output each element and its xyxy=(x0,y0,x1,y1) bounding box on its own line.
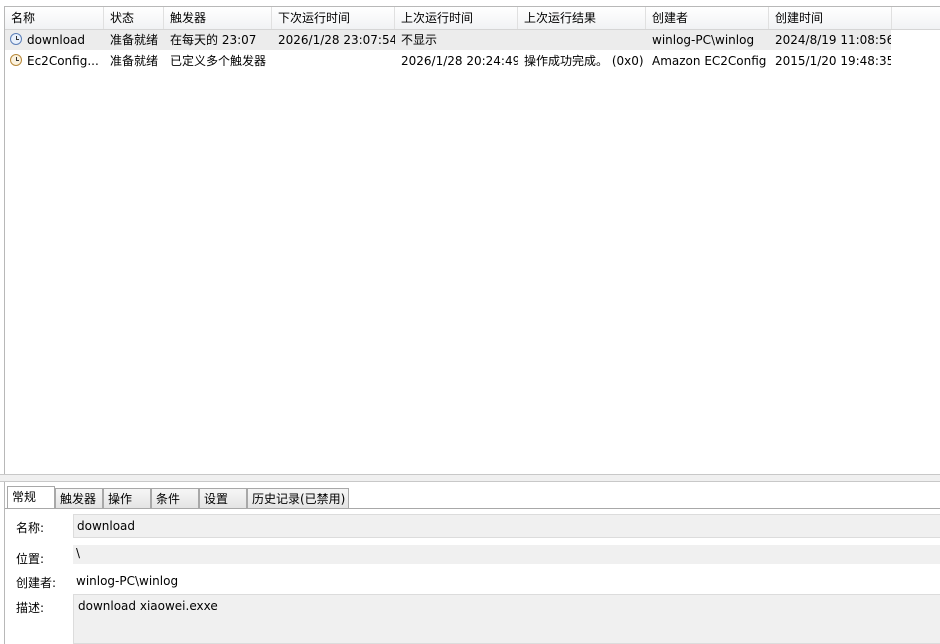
author-label: 创建者: xyxy=(16,576,57,590)
column-header-last-run[interactable]: 上次运行时间 xyxy=(395,7,518,29)
column-header-status[interactable]: 状态 xyxy=(104,7,164,29)
task-next-run: 2026/1/28 23:07:54 xyxy=(278,33,395,47)
name-label: 名称: xyxy=(16,521,45,535)
task-author: winlog-PC\winlog xyxy=(652,33,755,47)
column-header-next-run[interactable]: 下次运行时间 xyxy=(272,7,395,29)
tab-conditions[interactable]: 条件 xyxy=(151,488,199,508)
task-row-ec2config[interactable]: Ec2Config... 准备就绪 已定义多个触发器 2026/1/28 20:… xyxy=(5,51,891,71)
tab-triggers[interactable]: 触发器 xyxy=(55,488,103,508)
task-name-cell[interactable]: download xyxy=(5,30,104,50)
task-trigger: 在每天的 23:07 xyxy=(170,33,257,47)
column-header-author[interactable]: 创建者 xyxy=(646,7,769,29)
tab-divider xyxy=(5,508,940,509)
tab-settings[interactable]: 设置 xyxy=(199,488,247,508)
description-field[interactable]: download xiaowei.exxe xyxy=(73,594,940,644)
task-last-result: 操作成功完成。 (0x0) xyxy=(524,54,644,68)
task-list-pane[interactable]: 名称 状态 触发器 下次运行时间 上次运行时间 上次运行结果 创建者 创建时间 … xyxy=(4,6,940,475)
column-header-trigger[interactable]: 触发器 xyxy=(164,7,272,29)
description-label: 描述: xyxy=(16,601,45,615)
location-field[interactable]: \ xyxy=(73,545,940,564)
column-header-created[interactable]: 创建时间 xyxy=(769,7,892,29)
name-field[interactable]: download xyxy=(73,514,940,538)
task-detail-pane: 常规 触发器 操作 条件 设置 历史记录(已禁用) 名称: download 位… xyxy=(4,482,940,644)
task-row-download[interactable]: download 准备就绪 在每天的 23:07 2026/1/28 23:07… xyxy=(5,30,891,50)
task-name: Ec2Config... xyxy=(27,54,99,68)
tab-history[interactable]: 历史记录(已禁用) xyxy=(247,488,349,508)
scheduled-task-clock-icon xyxy=(10,54,22,66)
task-next-run xyxy=(272,51,395,71)
tab-actions[interactable]: 操作 xyxy=(103,488,151,508)
scheduled-task-clock-icon xyxy=(10,33,22,45)
pane-splitter[interactable] xyxy=(0,474,940,482)
column-header-last-result[interactable]: 上次运行结果 xyxy=(518,7,646,29)
location-label: 位置: xyxy=(16,552,45,566)
task-created: 2015/1/20 19:48:35 xyxy=(775,54,891,68)
task-author: Amazon EC2Config xyxy=(652,54,767,68)
task-list-header: 名称 状态 触发器 下次运行时间 上次运行时间 上次运行结果 创建者 创建时间 xyxy=(5,7,940,30)
author-field[interactable]: winlog-PC\winlog xyxy=(73,570,940,592)
column-header-name[interactable]: 名称 xyxy=(5,7,104,29)
task-created: 2024/8/19 11:08:56 xyxy=(775,33,891,47)
task-status: 准备就绪 xyxy=(110,33,159,47)
task-name-cell[interactable]: Ec2Config... xyxy=(5,51,104,71)
task-last-run: 2026/1/28 20:24:49 xyxy=(401,54,518,68)
tab-general[interactable]: 常规 xyxy=(7,486,55,509)
task-trigger: 已定义多个触发器 xyxy=(170,54,267,68)
task-status: 准备就绪 xyxy=(110,54,159,68)
task-name: download xyxy=(27,33,86,47)
task-last-run: 不显示 xyxy=(401,33,438,47)
task-last-result xyxy=(518,30,646,50)
